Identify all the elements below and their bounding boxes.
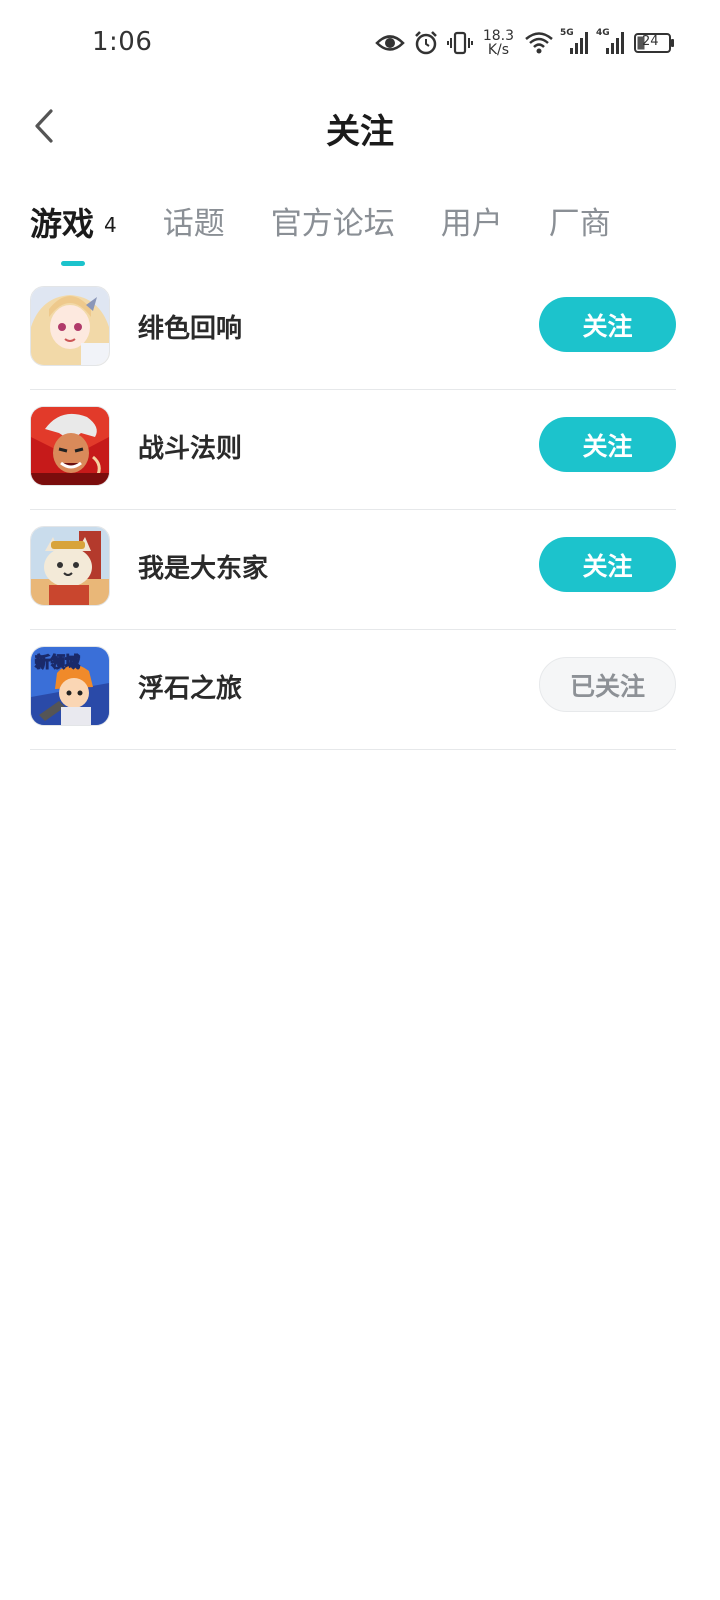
page-title: 关注 xyxy=(326,112,394,152)
game-icon[interactable]: 新领域 xyxy=(30,646,110,726)
game-name[interactable]: 浮石之旅 xyxy=(138,668,242,705)
screen: 1:06 18.3 K/s 5G 4G 24 关注 游戏 4 话题 官方论坛 用… xyxy=(0,0,720,1600)
cat-merchant-icon xyxy=(31,527,109,605)
list-item[interactable]: 绯色回响 关注 xyxy=(30,270,676,390)
battery-level: 24 xyxy=(642,34,659,49)
battery-icon: 24 xyxy=(634,32,676,54)
game-icon[interactable] xyxy=(30,406,110,486)
warrior-icon xyxy=(31,407,109,485)
vibrate-icon xyxy=(446,30,473,56)
game-name[interactable]: 战斗法则 xyxy=(138,428,242,465)
tab-bar: 游戏 4 话题 官方论坛 用户 厂商 xyxy=(30,200,657,272)
game-icon[interactable] xyxy=(30,526,110,606)
signal-sim2: 4G xyxy=(596,28,626,56)
sim2-label: 4G xyxy=(596,28,610,38)
follow-button[interactable]: 关注 xyxy=(539,417,676,472)
status-icons: 18.3 K/s 5G 4G 24 xyxy=(375,24,676,62)
follow-button[interactable]: 关注 xyxy=(539,537,676,592)
adventure-hero-icon: 新领域 xyxy=(31,647,109,725)
network-speed: 18.3 K/s xyxy=(483,29,514,57)
list-item[interactable]: 新领域 浮石之旅 已关注 xyxy=(30,630,676,750)
tab-vendors[interactable]: 厂商 xyxy=(549,200,611,268)
alarm-icon xyxy=(413,30,439,56)
followed-button[interactable]: 已关注 xyxy=(539,657,676,712)
signal-sim1: 5G xyxy=(560,28,590,56)
anime-girl-icon xyxy=(31,287,109,365)
tab-official-forum[interactable]: 官方论坛 xyxy=(271,200,395,268)
network-speed-value: 18.3 xyxy=(482,28,514,44)
wifi-icon xyxy=(524,30,554,56)
network-speed-unit: K/s xyxy=(487,42,510,58)
game-name[interactable]: 我是大东家 xyxy=(138,548,268,585)
sim1-label: 5G xyxy=(560,28,574,38)
game-list: 绯色回响 关注 战斗法则 关注 我是大东家 关注 新领域 浮石之旅 已关注 xyxy=(30,270,676,750)
follow-button[interactable]: 关注 xyxy=(539,297,676,352)
tab-count-badge: 4 xyxy=(104,213,117,237)
tab-label: 游戏 xyxy=(30,205,95,243)
tab-games[interactable]: 游戏 4 xyxy=(30,200,117,268)
game-icon-title: 新领域 xyxy=(35,653,80,671)
eye-icon xyxy=(375,32,405,54)
tab-users[interactable]: 用户 xyxy=(441,200,503,268)
game-icon[interactable] xyxy=(30,286,110,366)
tab-active-indicator xyxy=(61,261,85,266)
status-time: 1:06 xyxy=(92,27,153,57)
game-name[interactable]: 绯色回响 xyxy=(138,308,242,345)
status-bar: 1:06 18.3 K/s 5G 4G 24 xyxy=(0,0,720,88)
list-item[interactable]: 我是大东家 关注 xyxy=(30,510,676,630)
header: 关注 xyxy=(0,88,720,168)
tab-topics[interactable]: 话题 xyxy=(163,200,225,268)
list-item[interactable]: 战斗法则 关注 xyxy=(30,390,676,510)
